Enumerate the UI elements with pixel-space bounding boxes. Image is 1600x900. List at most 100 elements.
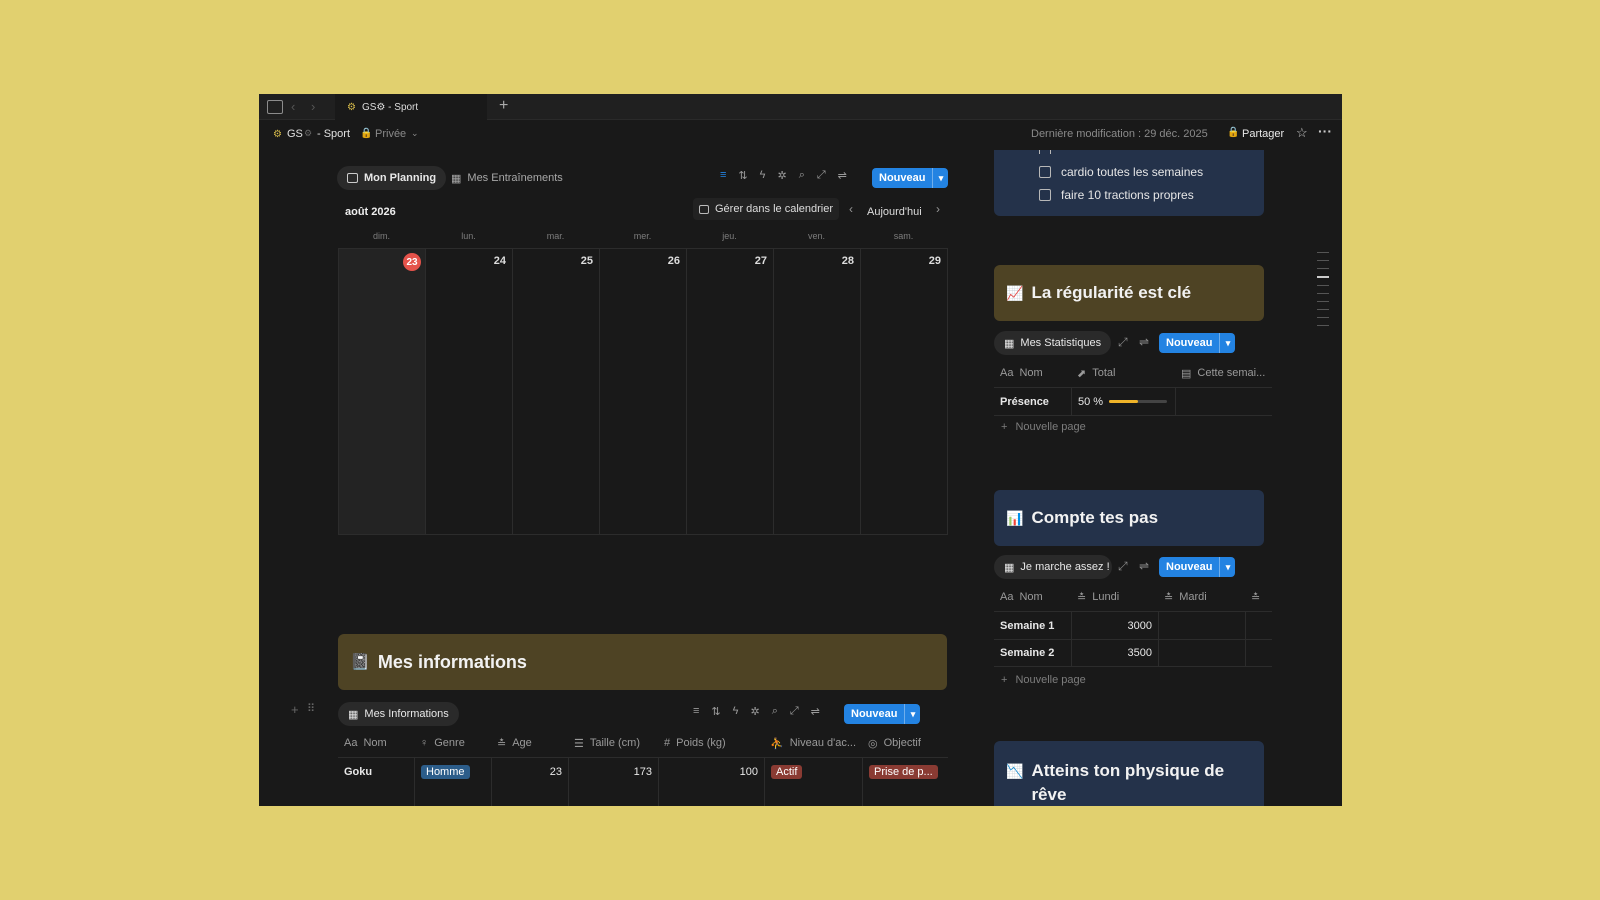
- cell-mardi[interactable]: [1158, 639, 1245, 666]
- breadcrumb-suffix[interactable]: - Sport: [317, 128, 350, 140]
- automation-icon[interactable]: ϟ: [760, 169, 766, 182]
- settings-sliders-icon[interactable]: ⇌: [1139, 559, 1149, 573]
- tab-mon-planning[interactable]: Mon Planning: [337, 166, 447, 190]
- new-page-button[interactable]: + Nouvelle page: [1001, 421, 1086, 433]
- column-header[interactable]: ⛹ Niveau d'ac...: [764, 729, 862, 757]
- goal-item[interactable]: cardio toutes les semaines: [1039, 165, 1203, 179]
- chevron-down-icon[interactable]: ▾: [1219, 333, 1235, 353]
- ai-sparkle-icon[interactable]: ✲: [777, 169, 786, 182]
- table-row[interactable]: Semaine 2 3500: [994, 639, 1272, 667]
- cell-lundi[interactable]: 3000: [1071, 612, 1158, 639]
- new-button[interactable]: Nouveau ▾: [1159, 557, 1236, 577]
- chevron-down-icon[interactable]: ▾: [1219, 557, 1235, 577]
- calendar-day-cell[interactable]: 27: [687, 249, 774, 535]
- cell-nom[interactable]: Présence: [994, 388, 1071, 415]
- breadcrumb-page[interactable]: GS: [287, 128, 303, 140]
- column-header[interactable]: ≛ Mardi: [1158, 583, 1245, 611]
- expand-icon[interactable]: ⤢: [1118, 335, 1128, 350]
- forward-arrow-icon[interactable]: ›: [311, 99, 315, 114]
- cell-niveau[interactable]: Actif: [764, 758, 862, 785]
- expand-icon[interactable]: ⤢: [790, 705, 799, 718]
- cell-poids[interactable]: 100: [658, 758, 764, 785]
- tab-je-marche-assez[interactable]: ▦ Je marche assez !: [994, 555, 1112, 579]
- calendar-day-cell[interactable]: 23: [339, 249, 426, 535]
- column-header[interactable]: ≛: [1245, 583, 1272, 611]
- cell-nom[interactable]: Semaine 2: [994, 639, 1071, 666]
- chevron-down-icon[interactable]: ⌄: [411, 128, 419, 139]
- calendar-day-cell[interactable]: 29: [861, 249, 948, 535]
- cell-taille[interactable]: 173: [568, 758, 658, 785]
- column-header[interactable]: ≛ Lundi: [1071, 583, 1158, 611]
- calendar-day-cell[interactable]: 28: [774, 249, 861, 535]
- more-icon[interactable]: ···: [1318, 123, 1332, 139]
- cell-genre[interactable]: Homme: [414, 758, 491, 785]
- new-button[interactable]: Nouveau ▾: [1159, 333, 1236, 353]
- new-page-button[interactable]: + Nouvelle page: [1001, 674, 1086, 686]
- back-arrow-icon[interactable]: ‹: [291, 99, 295, 114]
- sidebar-toggle-icon[interactable]: [267, 100, 283, 114]
- column-header[interactable]: ☰ Taille (cm): [568, 729, 658, 757]
- sort-icon[interactable]: ⇅: [738, 169, 747, 182]
- column-header[interactable]: Aa Nom: [994, 583, 1071, 611]
- calendar-day-cell[interactable]: 24: [426, 249, 513, 535]
- expand-icon[interactable]: ⤢: [1118, 559, 1128, 574]
- cell-objectif[interactable]: Prise de p...: [862, 758, 948, 785]
- column-header[interactable]: # Poids (kg): [658, 729, 764, 757]
- today-button[interactable]: Aujourd'hui: [867, 206, 922, 218]
- new-button[interactable]: Nouveau ▾: [872, 168, 949, 188]
- cell-age[interactable]: 23: [491, 758, 568, 785]
- column-header[interactable]: Aa Nom: [338, 729, 414, 757]
- tab-mes-informations[interactable]: ▦ Mes Informations: [338, 702, 459, 726]
- search-icon[interactable]: ⌕: [772, 705, 778, 718]
- goal-item[interactable]: faire 10 tractions propres: [1039, 188, 1194, 202]
- checkbox-icon[interactable]: [1039, 189, 1051, 201]
- privacy-label[interactable]: Privée: [375, 128, 406, 140]
- cell-nom[interactable]: Semaine 1: [994, 612, 1071, 639]
- ai-sparkle-icon[interactable]: ✲: [750, 705, 759, 718]
- table-row[interactable]: Présence 50 %: [994, 387, 1272, 416]
- chevron-down-icon[interactable]: ▾: [932, 168, 948, 188]
- filter-icon[interactable]: ≡: [720, 169, 726, 182]
- drag-handle-icon[interactable]: ⠿: [307, 702, 315, 715]
- today-day-number: 23: [403, 253, 421, 271]
- column-header[interactable]: ◎ Objectif: [862, 729, 948, 757]
- settings-sliders-icon[interactable]: ⇌: [838, 169, 847, 182]
- automation-icon[interactable]: ϟ: [733, 705, 739, 718]
- tab-sport[interactable]: ⚙ GS⚙ - Sport: [335, 94, 487, 120]
- cell-lundi[interactable]: 3500: [1071, 639, 1158, 666]
- column-header[interactable]: ♀ Genre: [414, 729, 491, 757]
- settings-sliders-icon[interactable]: ⇌: [811, 705, 820, 718]
- settings-sliders-icon[interactable]: ⇌: [1139, 335, 1149, 349]
- table-row[interactable]: Semaine 1 3000: [994, 611, 1272, 640]
- plus-icon[interactable]: +: [499, 97, 508, 115]
- new-button[interactable]: Nouveau ▾: [844, 704, 921, 724]
- expand-icon[interactable]: ⤢: [817, 169, 826, 182]
- column-header[interactable]: Aa Nom: [994, 359, 1071, 387]
- calendar-day-cell[interactable]: 25: [513, 249, 600, 535]
- sort-icon[interactable]: ⇅: [711, 705, 720, 718]
- cell-extra[interactable]: [1245, 639, 1272, 666]
- filter-icon[interactable]: ≡: [693, 705, 699, 718]
- column-header[interactable]: ≛ Age: [491, 729, 568, 757]
- outline-scroll-indicator[interactable]: [1317, 252, 1329, 326]
- tab-mes-statistiques[interactable]: ▦ Mes Statistiques: [994, 331, 1112, 355]
- chevron-down-icon[interactable]: ▾: [904, 704, 920, 724]
- checkbox-icon[interactable]: [1039, 166, 1051, 178]
- cell-extra[interactable]: [1245, 612, 1272, 639]
- tab-mes-entrainements[interactable]: ▦ Mes Entraînements: [441, 166, 573, 190]
- cell-mardi[interactable]: [1158, 612, 1245, 639]
- cell-total[interactable]: 50 %: [1071, 388, 1175, 415]
- add-block-icon[interactable]: +: [291, 702, 299, 717]
- column-header[interactable]: ▤ Cette semai...: [1175, 359, 1272, 387]
- next-week-icon[interactable]: ›: [936, 202, 940, 216]
- share-button[interactable]: Partager: [1242, 128, 1284, 140]
- table-row[interactable]: Goku Homme 23 173 100 Actif Prise de p..…: [338, 757, 948, 785]
- cell-nom[interactable]: Goku: [338, 758, 414, 785]
- calendar-day-cell[interactable]: 26: [600, 249, 687, 535]
- prev-week-icon[interactable]: ‹: [849, 202, 853, 216]
- cell-cette-semaine[interactable]: [1175, 388, 1272, 415]
- manage-calendar-button[interactable]: Gérer dans le calendrier: [693, 198, 840, 220]
- star-icon[interactable]: ☆: [1296, 125, 1308, 141]
- column-header[interactable]: ⬈ Total: [1071, 359, 1175, 387]
- search-icon[interactable]: ⌕: [799, 169, 805, 182]
